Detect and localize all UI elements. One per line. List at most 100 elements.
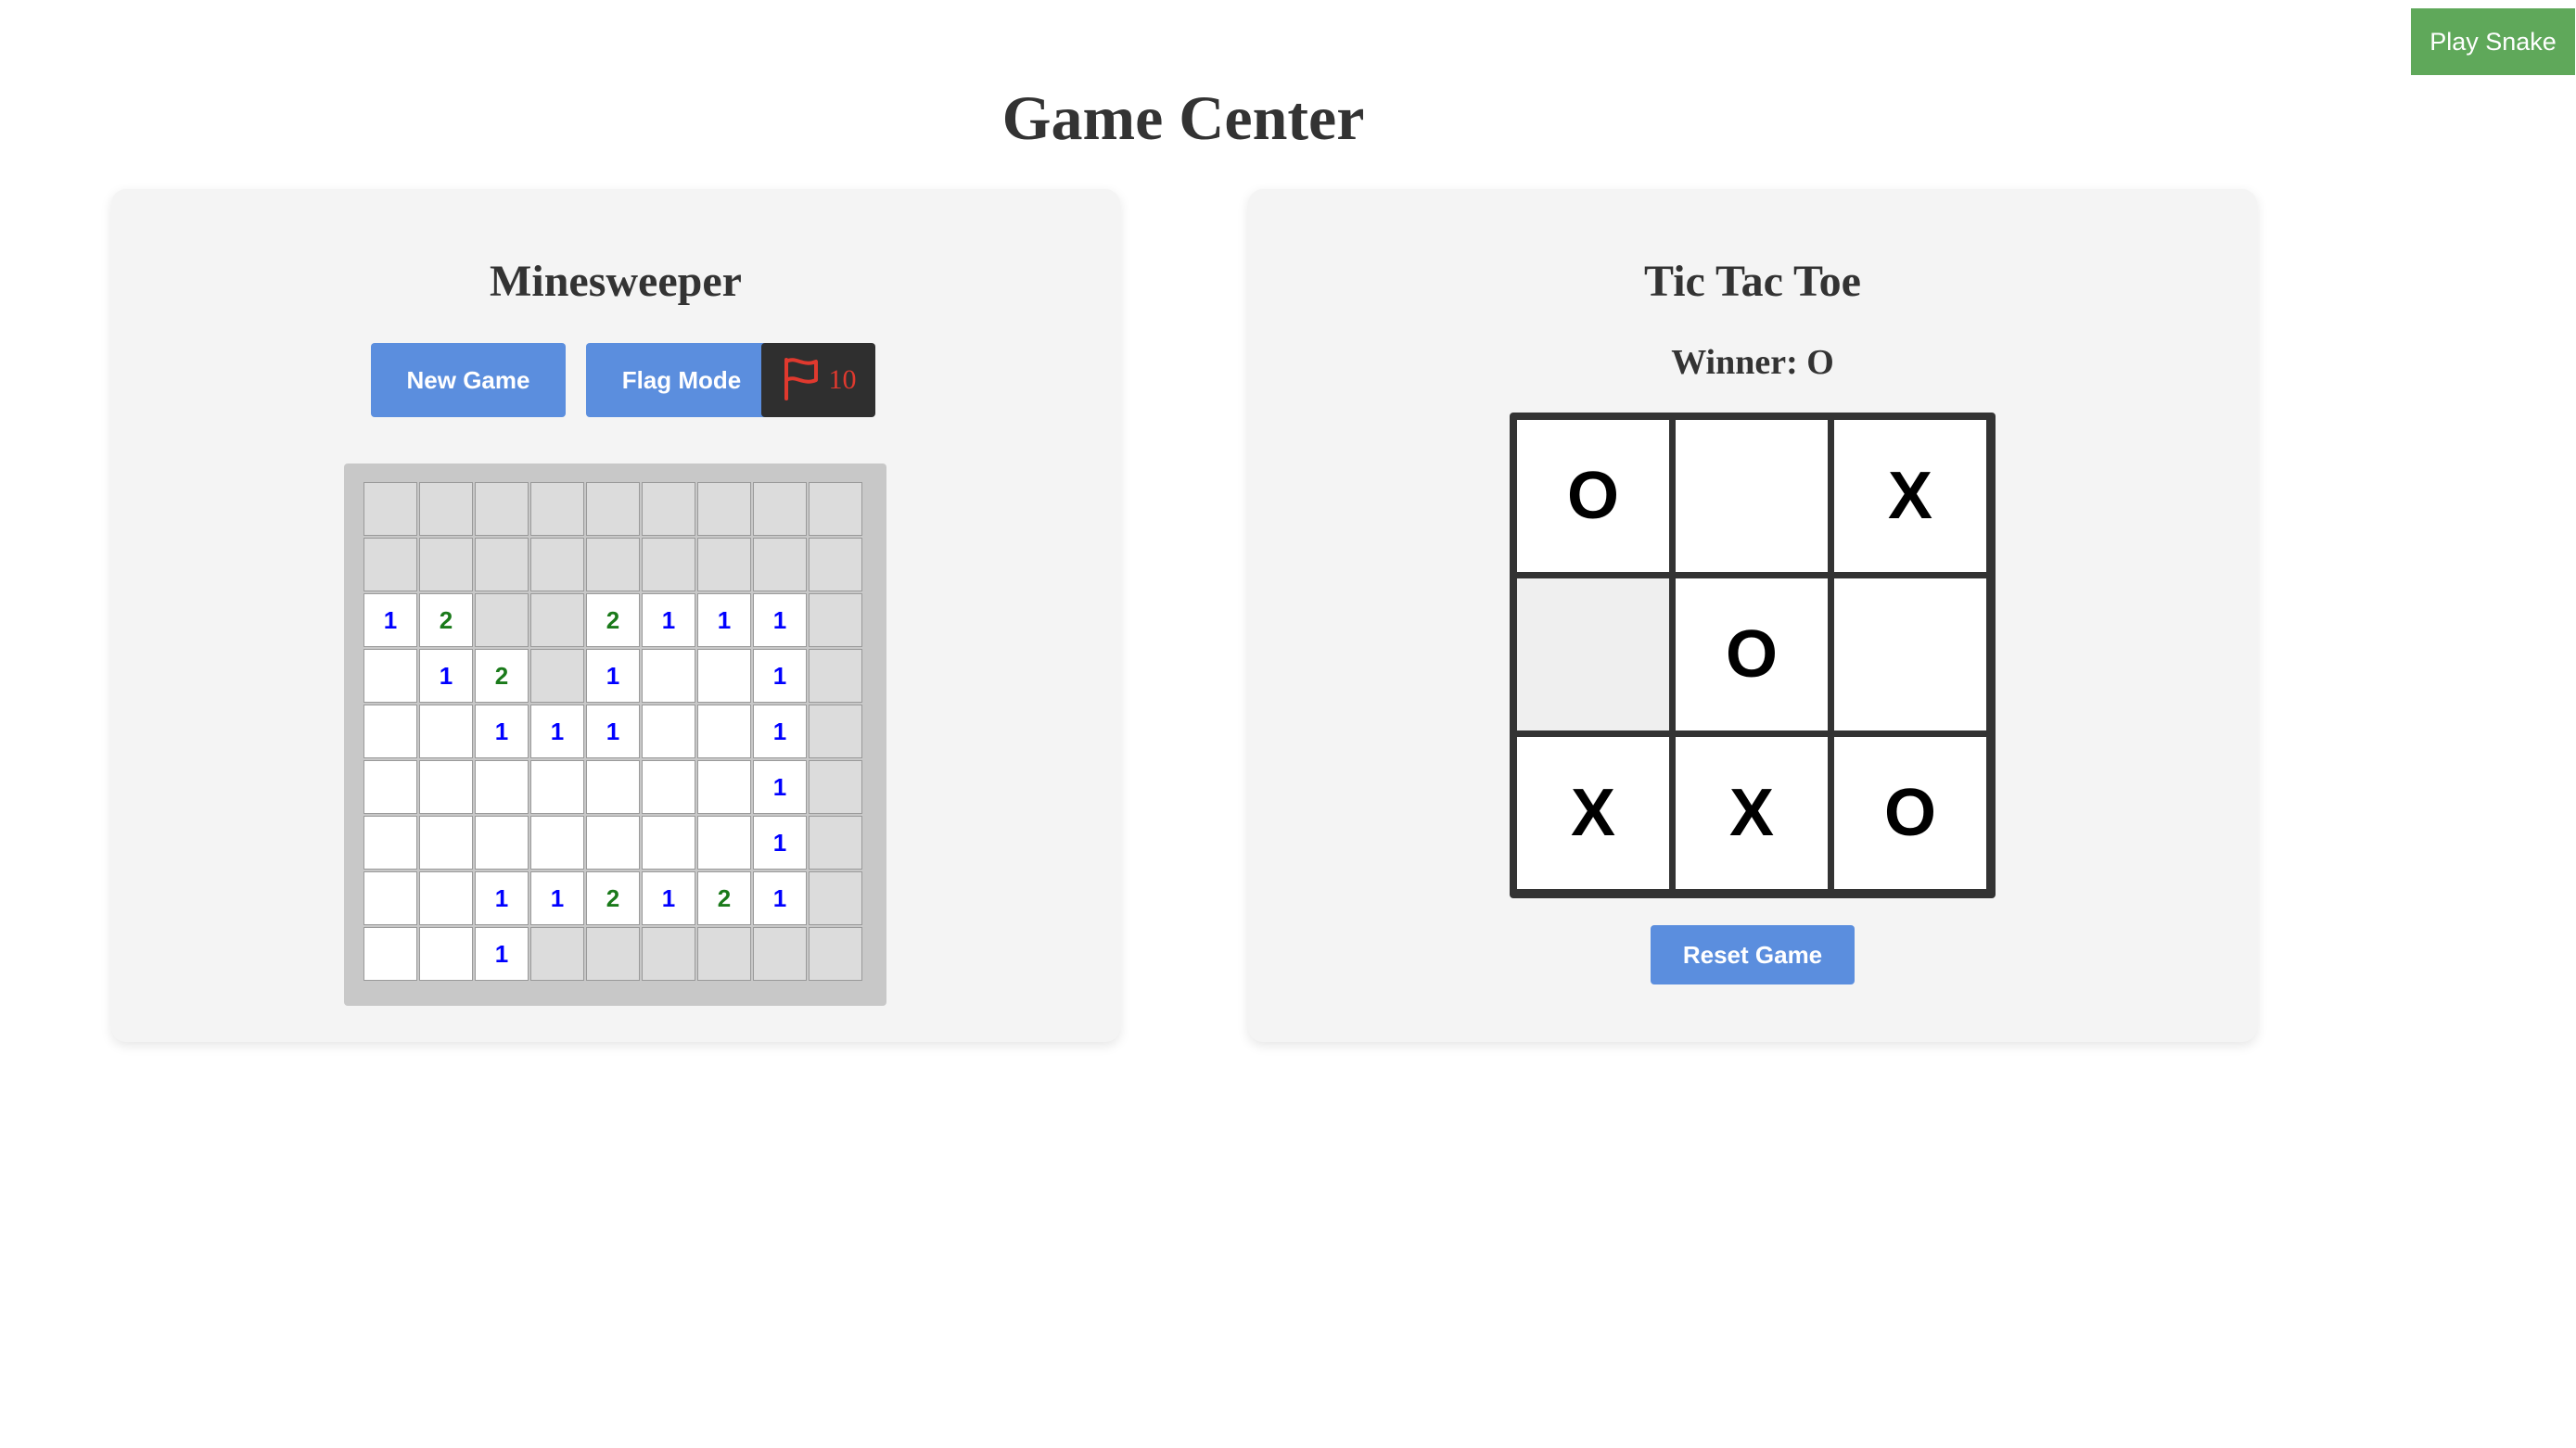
minesweeper-cell[interactable]	[475, 816, 529, 870]
minesweeper-cell[interactable]	[809, 871, 862, 925]
winner-status: Winner: O	[1671, 343, 1834, 382]
minesweeper-cell[interactable]: 1	[419, 649, 473, 703]
minesweeper-cell[interactable]	[419, 871, 473, 925]
minesweeper-cell[interactable]	[363, 760, 417, 814]
minesweeper-cell[interactable]	[530, 816, 584, 870]
minesweeper-cell[interactable]: 1	[475, 927, 529, 981]
minesweeper-cell[interactable]: 2	[586, 871, 640, 925]
minesweeper-cell[interactable]	[642, 705, 695, 758]
flag-mode-button[interactable]: Flag Mode	[586, 343, 777, 417]
minesweeper-cell[interactable]	[530, 593, 584, 647]
minesweeper-cell[interactable]: 1	[642, 871, 695, 925]
minesweeper-cell[interactable]	[642, 927, 695, 981]
minesweeper-cell[interactable]	[809, 649, 862, 703]
ttt-cell[interactable]: O	[1834, 737, 1986, 889]
minesweeper-cell[interactable]	[530, 538, 584, 591]
minesweeper-cell[interactable]: 1	[530, 871, 584, 925]
minesweeper-cell[interactable]	[363, 538, 417, 591]
minesweeper-cell[interactable]	[697, 538, 751, 591]
minesweeper-cell[interactable]	[475, 760, 529, 814]
minesweeper-cell[interactable]	[363, 871, 417, 925]
tictactoe-grid: O X O X X O	[1517, 420, 1986, 889]
minesweeper-cell[interactable]: 1	[475, 871, 529, 925]
minesweeper-grid: 12211112111111111121211	[363, 482, 862, 981]
ttt-cell[interactable]: O	[1676, 578, 1828, 730]
minesweeper-cell[interactable]	[586, 482, 640, 536]
ttt-cell[interactable]	[1834, 578, 1986, 730]
minesweeper-cell[interactable]: 1	[753, 760, 807, 814]
minesweeper-cell[interactable]	[530, 649, 584, 703]
minesweeper-cell[interactable]	[697, 649, 751, 703]
minesweeper-cell[interactable]	[697, 760, 751, 814]
minesweeper-cell[interactable]: 1	[586, 705, 640, 758]
minesweeper-cell[interactable]: 1	[642, 593, 695, 647]
minesweeper-cell[interactable]: 1	[753, 593, 807, 647]
minesweeper-cell[interactable]	[642, 649, 695, 703]
ttt-cell[interactable]	[1517, 578, 1669, 730]
minesweeper-cell[interactable]	[586, 760, 640, 814]
minesweeper-cell[interactable]	[642, 760, 695, 814]
minesweeper-cell[interactable]	[530, 927, 584, 981]
minesweeper-cell[interactable]	[809, 816, 862, 870]
ttt-cell[interactable]: X	[1517, 737, 1669, 889]
minesweeper-cell[interactable]	[809, 705, 862, 758]
minesweeper-cell[interactable]	[642, 482, 695, 536]
minesweeper-cell[interactable]	[697, 482, 751, 536]
minesweeper-cell[interactable]: 2	[697, 871, 751, 925]
new-game-button[interactable]: New Game	[371, 343, 566, 417]
tictactoe-title: Tic Tac Toe	[1644, 257, 1861, 306]
minesweeper-cell[interactable]: 1	[753, 816, 807, 870]
minesweeper-cell[interactable]: 2	[586, 593, 640, 647]
minesweeper-cell[interactable]: 1	[363, 593, 417, 647]
minesweeper-cell[interactable]: 2	[419, 593, 473, 647]
minesweeper-cell[interactable]	[809, 927, 862, 981]
minesweeper-cell[interactable]	[419, 760, 473, 814]
minesweeper-cell[interactable]	[475, 538, 529, 591]
minesweeper-cell[interactable]	[419, 482, 473, 536]
minesweeper-cell[interactable]	[530, 760, 584, 814]
minesweeper-cell[interactable]	[697, 705, 751, 758]
minesweeper-cell[interactable]	[697, 816, 751, 870]
minesweeper-cell[interactable]: 1	[753, 871, 807, 925]
minesweeper-cell[interactable]	[363, 816, 417, 870]
minesweeper-cell[interactable]: 1	[530, 705, 584, 758]
minesweeper-cell[interactable]	[530, 482, 584, 536]
minesweeper-cell[interactable]: 1	[697, 593, 751, 647]
minesweeper-cell[interactable]	[363, 927, 417, 981]
minesweeper-cell[interactable]	[809, 593, 862, 647]
ttt-cell[interactable]	[1676, 420, 1828, 572]
minesweeper-cell[interactable]	[753, 482, 807, 536]
minesweeper-cell[interactable]	[809, 538, 862, 591]
minesweeper-cell[interactable]: 1	[586, 649, 640, 703]
minesweeper-cell[interactable]	[753, 927, 807, 981]
minesweeper-cell[interactable]	[642, 538, 695, 591]
minesweeper-cell[interactable]	[809, 760, 862, 814]
minesweeper-title: Minesweeper	[490, 257, 742, 306]
ttt-cell[interactable]: X	[1676, 737, 1828, 889]
minesweeper-cell[interactable]	[642, 816, 695, 870]
minesweeper-cell[interactable]	[419, 816, 473, 870]
minesweeper-cell[interactable]	[586, 538, 640, 591]
minesweeper-cell[interactable]	[363, 482, 417, 536]
ttt-cell[interactable]: X	[1834, 420, 1986, 572]
flag-icon	[781, 356, 822, 405]
minesweeper-cell[interactable]: 2	[475, 649, 529, 703]
minesweeper-cell[interactable]	[419, 705, 473, 758]
minesweeper-cell[interactable]	[753, 538, 807, 591]
minesweeper-cell[interactable]: 1	[753, 649, 807, 703]
minesweeper-cell[interactable]	[419, 927, 473, 981]
play-snake-button[interactable]: Play Snake	[2411, 8, 2575, 75]
minesweeper-cell[interactable]	[475, 593, 529, 647]
minesweeper-cell[interactable]	[363, 705, 417, 758]
ttt-cell[interactable]: O	[1517, 420, 1669, 572]
minesweeper-cell[interactable]	[419, 538, 473, 591]
minesweeper-cell[interactable]	[586, 927, 640, 981]
minesweeper-cell[interactable]: 1	[475, 705, 529, 758]
minesweeper-cell[interactable]	[809, 482, 862, 536]
minesweeper-cell[interactable]	[697, 927, 751, 981]
minesweeper-cell[interactable]	[363, 649, 417, 703]
minesweeper-cell[interactable]	[475, 482, 529, 536]
minesweeper-cell[interactable]	[586, 816, 640, 870]
reset-game-button[interactable]: Reset Game	[1651, 925, 1855, 984]
minesweeper-cell[interactable]: 1	[753, 705, 807, 758]
